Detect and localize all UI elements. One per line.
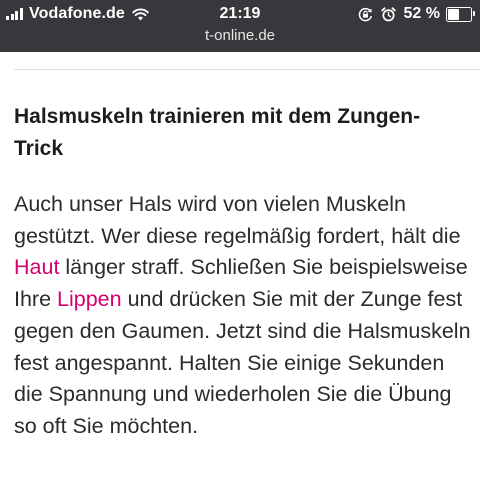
link-haut[interactable]: Haut: [14, 255, 59, 279]
status-bar: Vodafone.de 21:19 52 %: [0, 3, 480, 25]
status-and-url-bar: Vodafone.de 21:19 52 % t-online.de: [0, 0, 480, 52]
alarm-icon: [380, 6, 396, 22]
battery-fill: [448, 8, 460, 20]
paragraph-text: Auch unser Hals wird von vielen Muskeln …: [14, 192, 461, 248]
link-lippen[interactable]: Lippen: [57, 287, 122, 311]
url-bar[interactable]: t-online.de: [0, 26, 480, 46]
rotation-lock-icon: [358, 7, 373, 22]
battery-cap: [473, 10, 475, 16]
battery-icon: [446, 6, 475, 22]
divider: [14, 69, 480, 70]
battery-percent: 52 %: [403, 5, 440, 22]
article-paragraph: Auch unser Hals wird von vielen Muskeln …: [14, 189, 476, 443]
article-headline: Halsmuskeln trainieren mit dem Zungen-Tr…: [14, 105, 421, 160]
status-right: 52 %: [350, 3, 475, 25]
